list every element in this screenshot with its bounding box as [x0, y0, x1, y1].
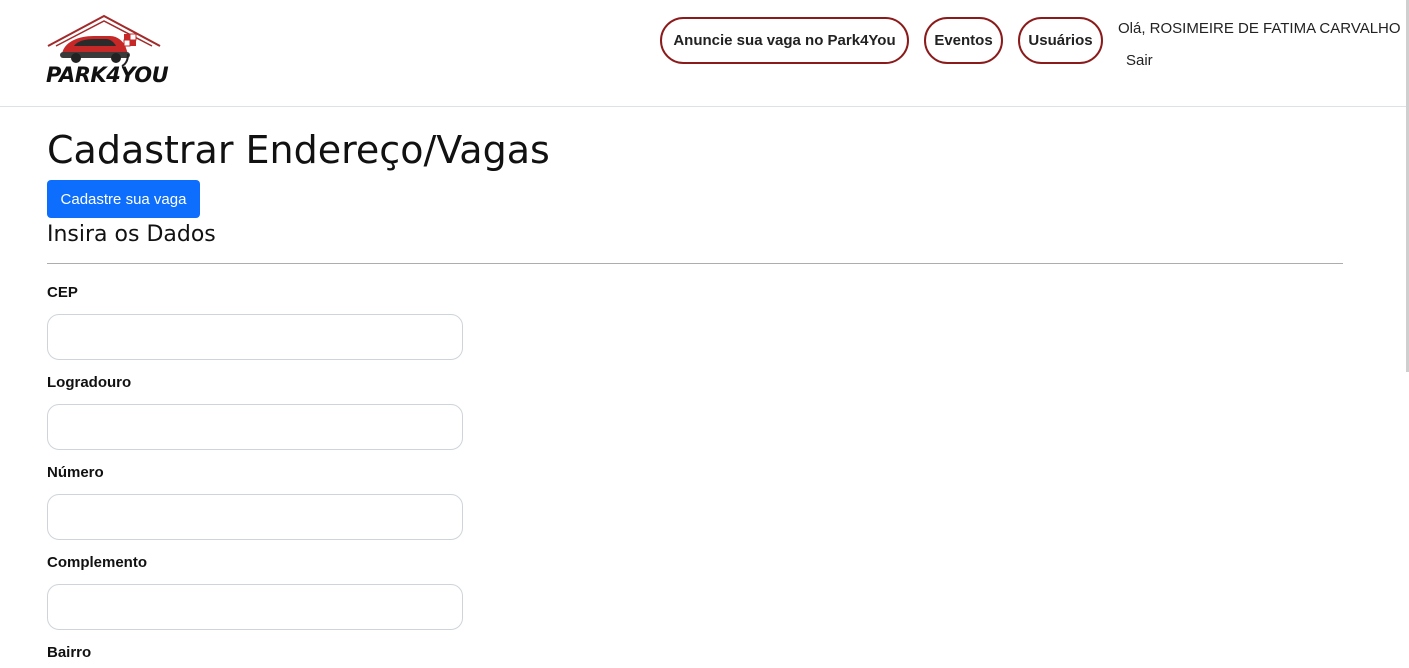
logo-wordmark: PARK4YOU — [46, 63, 169, 87]
complement-input[interactable] — [47, 584, 463, 630]
house-car-logo-icon — [47, 14, 161, 67]
page-title: Cadastrar Endereço/Vagas — [47, 128, 550, 172]
nav-users-button[interactable]: Usuários — [1018, 17, 1103, 64]
street-input[interactable] — [47, 404, 463, 450]
number-label: Número — [47, 464, 104, 481]
neighborhood-label: Bairro — [47, 644, 92, 661]
nav-advertise-spot-button[interactable]: Anuncie sua vaga no Park4You — [660, 17, 909, 64]
logout-link[interactable]: Sair — [1126, 52, 1153, 69]
street-label: Logradouro — [47, 374, 132, 391]
form-divider — [47, 263, 1343, 264]
form-subtitle: Insira os Dados — [47, 222, 216, 247]
number-input[interactable] — [47, 494, 463, 540]
park4you-logo[interactable]: PARK4YOU — [44, 12, 169, 96]
complement-label: Complemento — [47, 554, 148, 571]
nav-events-button[interactable]: Eventos — [924, 17, 1003, 64]
cep-input[interactable] — [47, 314, 463, 360]
navbar: PARK4YOU Anuncie sua vaga no Park4You Ev… — [0, 0, 1409, 107]
user-greeting: Olá, ROSIMEIRE DE FATIMA CARVALHO — [1118, 20, 1401, 37]
register-spot-button[interactable]: Cadastre sua vaga — [47, 180, 200, 218]
cep-label: CEP — [47, 284, 78, 301]
